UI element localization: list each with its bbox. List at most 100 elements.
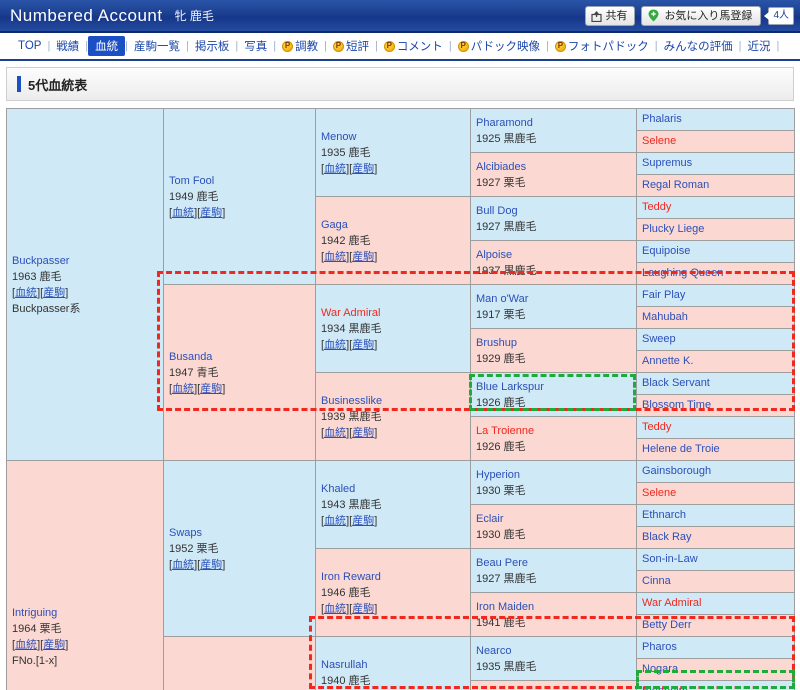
horse-name-link[interactable]: Buckpasser <box>12 253 158 269</box>
horse-name-link[interactable]: Busanda <box>169 349 310 365</box>
horse-name-link[interactable]: Supremus <box>642 156 789 171</box>
horse-name-link[interactable]: Pharos <box>642 640 789 655</box>
pedigree-cell-gen5[interactable]: Pharos <box>636 636 795 659</box>
offspring-link[interactable]: 産駒 <box>352 339 374 351</box>
offspring-link[interactable]: 産駒 <box>352 515 374 527</box>
pedigree-cell-gen5[interactable]: Black Servant <box>636 372 795 395</box>
pedigree-cell-gen5[interactable]: Selene <box>636 130 795 153</box>
horse-name-link[interactable]: Teddy <box>642 200 789 215</box>
horse-name-link[interactable]: Iron Reward <box>321 569 465 585</box>
pedigree-cell-gen4[interactable]: Blue Larkspur 1926 鹿毛 <box>470 372 637 417</box>
pedigree-link[interactable]: 血統 <box>324 251 346 263</box>
pedigree-cell-gen3[interactable]: War Admiral 1934 黒鹿毛 [血統][産駒] <box>315 284 471 373</box>
offspring-link[interactable]: 産駒 <box>43 287 65 299</box>
offspring-link[interactable]: 産駒 <box>200 559 222 571</box>
pedigree-cell-gen5[interactable]: Ethnarch <box>636 504 795 527</box>
pedigree-cell-gen5[interactable]: Teddy <box>636 416 795 439</box>
horse-name-link[interactable]: Menow <box>321 129 465 145</box>
nav-item-TOP[interactable]: TOP <box>12 38 47 54</box>
pedigree-cell-gen5[interactable]: Regal Roman <box>636 174 795 197</box>
pedigree-cell-gen5[interactable]: Cinna <box>636 570 795 593</box>
pedigree-cell-gen5[interactable]: Plucky Liege <box>636 218 795 241</box>
pedigree-cell-gen5[interactable]: Fair Play <box>636 284 795 307</box>
horse-name-link[interactable]: War Admiral <box>321 305 465 321</box>
horse-name-link[interactable]: Equipoise <box>642 244 789 259</box>
horse-name-link[interactable]: Helene de Troie <box>642 442 789 457</box>
horse-name-link[interactable]: Son-in-Law <box>642 552 789 567</box>
nav-item-短評[interactable]: P 短評 <box>327 36 375 56</box>
offspring-link[interactable]: 産駒 <box>200 207 222 219</box>
horse-name-link[interactable]: Regal Roman <box>642 178 789 193</box>
horse-name-link[interactable]: Businesslike <box>321 393 465 409</box>
horse-name-link[interactable]: Hyperion <box>476 467 631 483</box>
pedigree-cell-gen2[interactable]: Glamour1953 鹿毛[血統][産駒] <box>163 636 316 690</box>
nav-item-みんなの評価[interactable]: みんなの評価 <box>658 36 739 56</box>
pedigree-cell-gen5[interactable]: Selene <box>636 482 795 505</box>
horse-name-link[interactable]: Laughing Queen <box>642 266 789 281</box>
pedigree-cell-gen5[interactable]: Gainsborough <box>636 460 795 483</box>
pedigree-link[interactable]: 血統 <box>172 559 194 571</box>
pedigree-link[interactable]: 血統 <box>324 339 346 351</box>
pedigree-cell-gen3[interactable]: Businesslike 1939 黒鹿毛 [血統][産駒] <box>315 372 471 461</box>
horse-name-link[interactable]: Blenheim <box>642 684 789 690</box>
pedigree-cell-gen4[interactable]: Bull Dog 1927 黒鹿毛 <box>470 196 637 241</box>
horse-name-link[interactable]: War Admiral <box>642 596 789 611</box>
horse-name-link[interactable]: Ethnarch <box>642 508 789 523</box>
horse-name-link[interactable]: Selene <box>642 134 789 149</box>
pedigree-cell-gen1[interactable]: Buckpasser 1963 鹿毛 [血統][産駒] Buckpasser系 <box>6 108 164 461</box>
pedigree-cell-gen3[interactable]: Menow 1935 鹿毛 [血統][産駒] <box>315 108 471 197</box>
horse-name-link[interactable]: Blue Larkspur <box>476 379 631 395</box>
offspring-link[interactable]: 産駒 <box>43 639 65 651</box>
pedigree-cell-gen4[interactable]: Alpoise 1937 黒鹿毛 <box>470 240 637 285</box>
horse-name-link[interactable]: Nasrullah <box>321 657 465 673</box>
pedigree-cell-gen5[interactable]: Phalaris <box>636 108 795 131</box>
pedigree-cell-gen2[interactable]: Busanda 1947 青毛 [血統][産駒] <box>163 284 316 461</box>
pedigree-cell-gen5[interactable]: Betty Derr <box>636 614 795 637</box>
pedigree-cell-gen4[interactable]: Eclair 1930 鹿毛 <box>470 504 637 549</box>
pedigree-cell-gen4[interactable]: Man o'War 1917 栗毛 <box>470 284 637 329</box>
horse-name-link[interactable]: Pharamond <box>476 115 631 131</box>
horse-name-link[interactable]: Mahubah <box>642 310 789 325</box>
horse-name-link[interactable]: Tom Fool <box>169 173 310 189</box>
nav-item-パドック映像[interactable]: P パドック映像 <box>452 36 546 56</box>
horse-name-link[interactable]: Alcibiades <box>476 159 631 175</box>
offspring-link[interactable]: 産駒 <box>352 427 374 439</box>
nav-item-近況[interactable]: 近況 <box>741 36 776 56</box>
pedigree-cell-gen5[interactable]: Equipoise <box>636 240 795 263</box>
horse-name-link[interactable]: Swaps <box>169 525 310 541</box>
nav-item-写真[interactable]: 写真 <box>238 36 273 56</box>
horse-name-link[interactable]: Fair Play <box>642 288 789 303</box>
share-button[interactable]: 共有 <box>585 5 636 26</box>
horse-name-link[interactable]: Betty Derr <box>642 618 789 633</box>
horse-name-link[interactable]: Phalaris <box>642 112 789 127</box>
nav-item-戦績[interactable]: 戦績 <box>50 36 85 56</box>
offspring-link[interactable]: 産駒 <box>352 603 374 615</box>
horse-name-link[interactable]: Plucky Liege <box>642 222 789 237</box>
horse-name-link[interactable]: Teddy <box>642 420 789 435</box>
horse-name-link[interactable]: Blossom Time <box>642 398 789 413</box>
pedigree-cell-gen2[interactable]: Tom Fool 1949 鹿毛 [血統][産駒] <box>163 108 316 285</box>
pedigree-link[interactable]: 血統 <box>324 603 346 615</box>
pedigree-cell-gen4[interactable]: Pharamond 1925 黒鹿毛 <box>470 108 637 153</box>
pedigree-link[interactable]: 血統 <box>324 163 346 175</box>
horse-name-link[interactable]: Bull Dog <box>476 203 631 219</box>
pedigree-link[interactable]: 血統 <box>324 427 346 439</box>
offspring-link[interactable]: 産駒 <box>352 251 374 263</box>
pedigree-cell-gen5[interactable]: War Admiral <box>636 592 795 615</box>
nav-item-調教[interactable]: P 調教 <box>276 36 324 56</box>
pedigree-cell-gen4[interactable]: Brushup 1929 鹿毛 <box>470 328 637 373</box>
nav-item-フォトパドック[interactable]: P フォトパドック <box>549 36 655 56</box>
pedigree-cell-gen4[interactable]: Mumtaz Begum1932 鹿毛 <box>470 680 637 690</box>
pedigree-cell-gen4[interactable]: Iron Maiden 1941 鹿毛 <box>470 592 637 637</box>
pedigree-link[interactable]: 血統 <box>324 515 346 527</box>
pedigree-link[interactable]: 血統 <box>172 383 194 395</box>
pedigree-cell-gen4[interactable]: Alcibiades 1927 栗毛 <box>470 152 637 197</box>
offspring-link[interactable]: 産駒 <box>200 383 222 395</box>
add-favorite-horse-button[interactable]: お気に入り馬登録 <box>641 5 762 26</box>
horse-name-link[interactable]: Mumtaz Begum <box>476 687 631 690</box>
pedigree-cell-gen3[interactable]: Khaled 1943 黒鹿毛 [血統][産駒] <box>315 460 471 549</box>
horse-name-link[interactable]: La Troienne <box>476 423 631 439</box>
horse-name-link[interactable]: Gaga <box>321 217 465 233</box>
pedigree-cell-gen3[interactable]: Nasrullah1940 鹿毛[血統][産駒] <box>315 636 471 690</box>
pedigree-cell-gen1[interactable]: Intriguing 1964 栗毛 [血統][産駒] FNo.[1-x] <box>6 460 164 690</box>
